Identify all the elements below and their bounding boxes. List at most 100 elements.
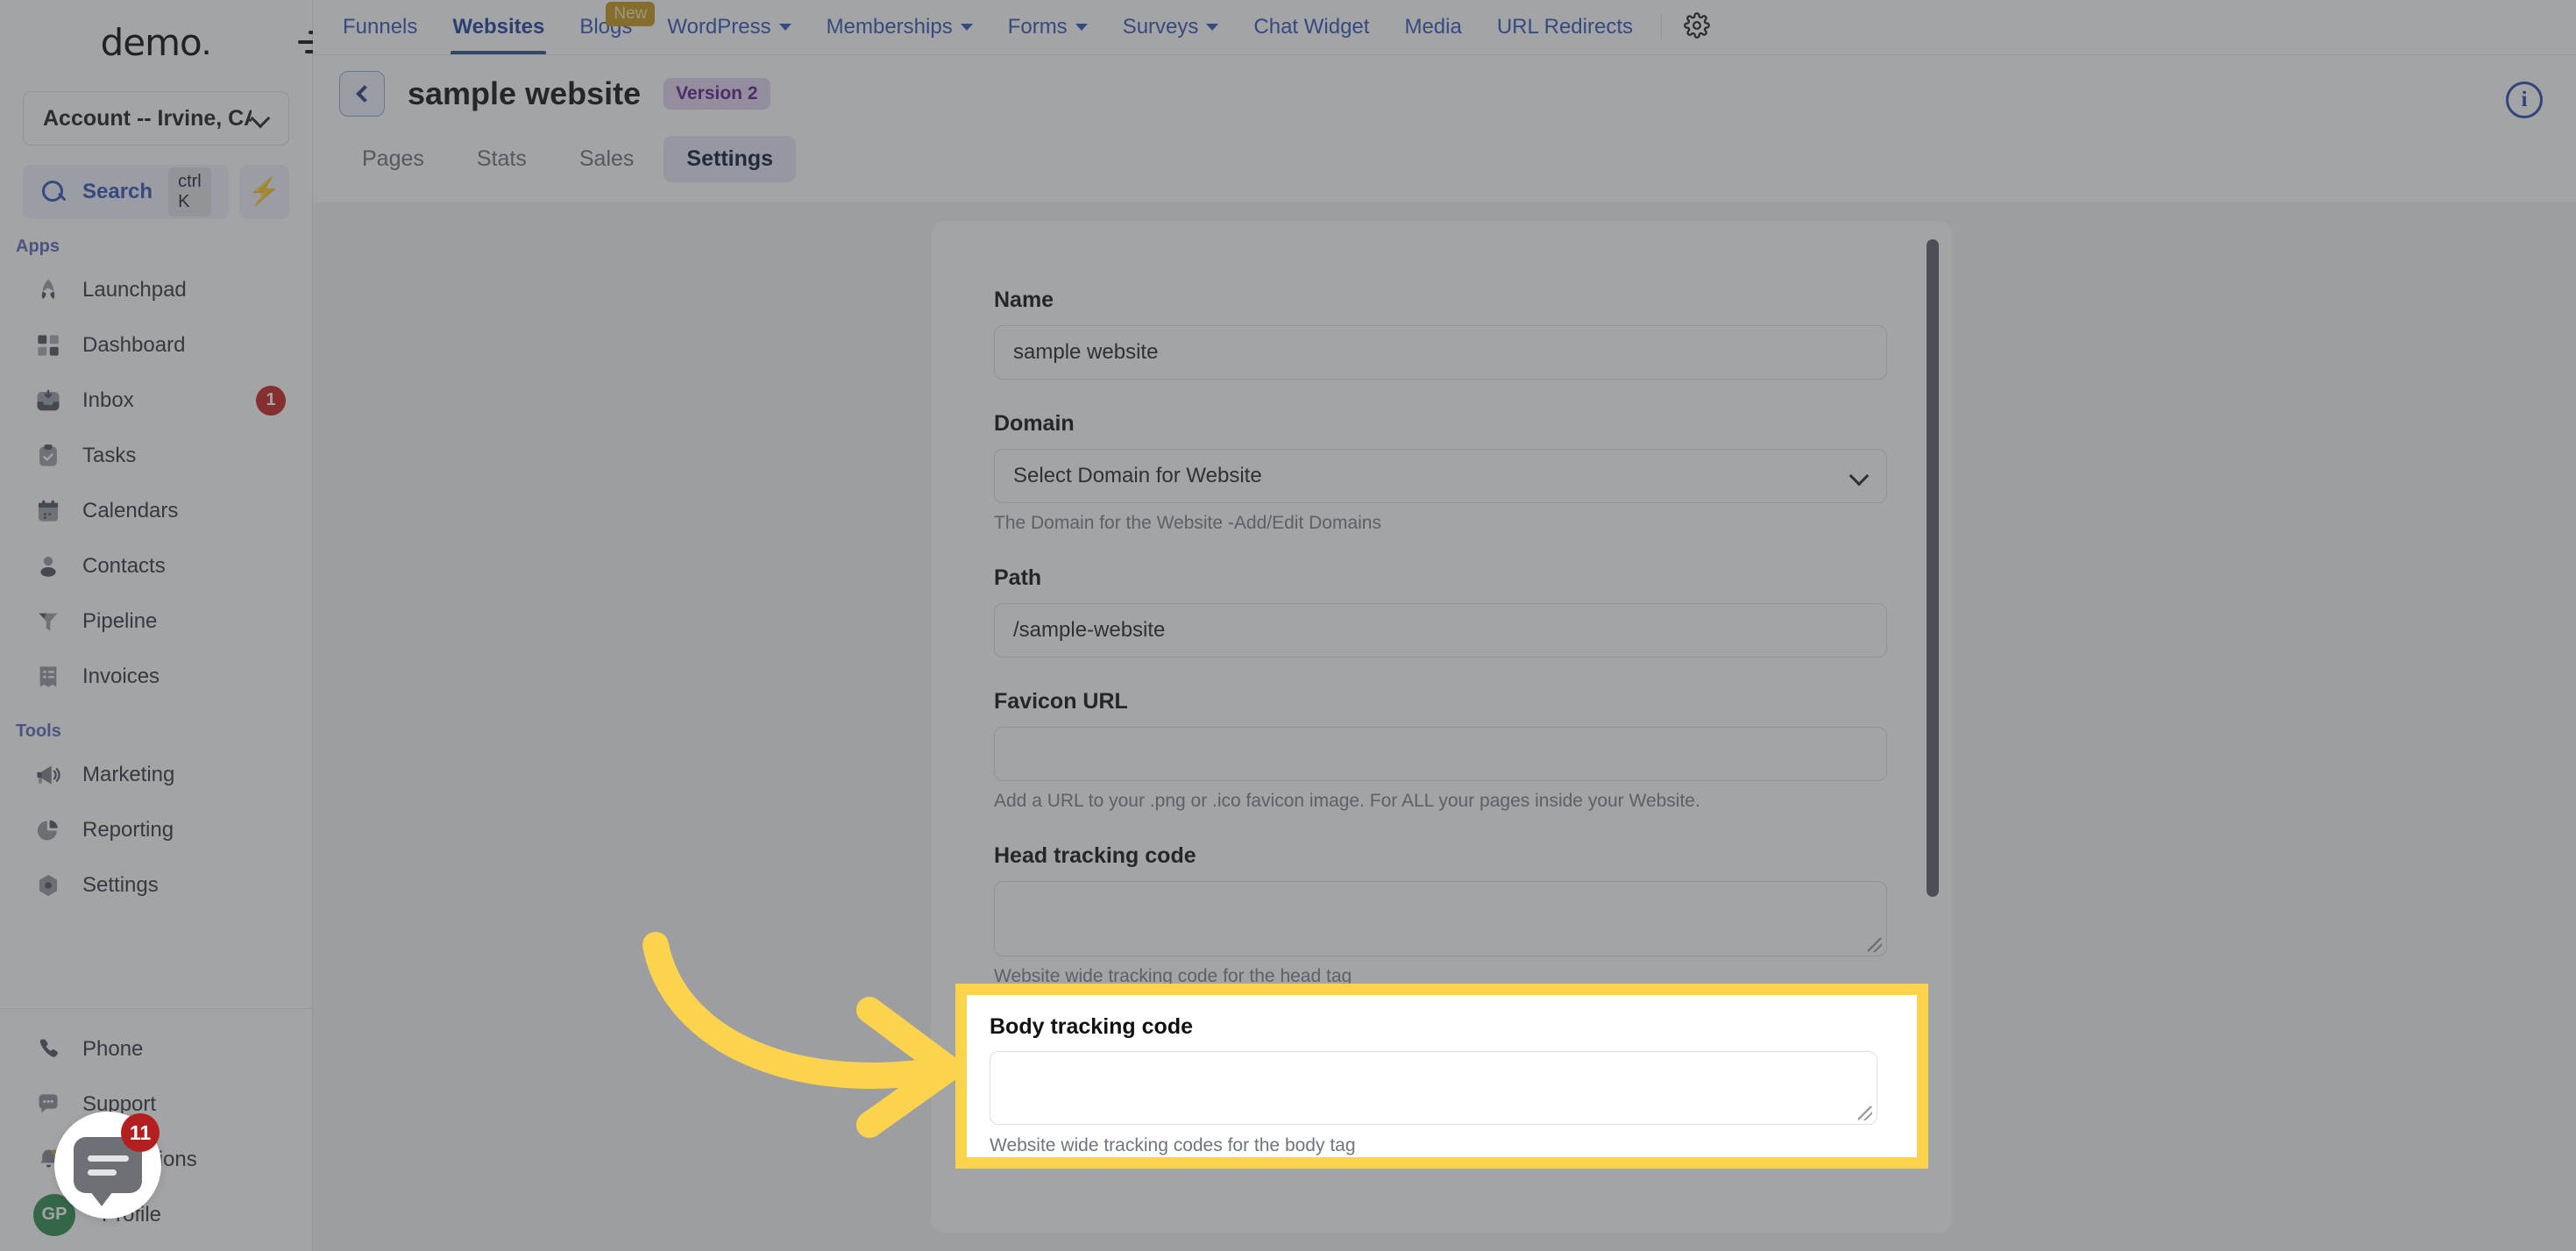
field-payment-mode: Payment mode — [994, 1230, 1889, 1233]
resize-handle-icon[interactable] — [1858, 1106, 1872, 1120]
resize-handle-icon[interactable] — [1868, 938, 1882, 952]
new-badge: New — [606, 2, 656, 26]
topnav-item-chat-widget[interactable]: Chat Widget — [1236, 0, 1387, 54]
sidebar-item-label: Calendars — [82, 498, 179, 522]
search-input[interactable]: Search ctrl K — [23, 165, 229, 219]
sidebar-item-label: Invoices — [82, 664, 160, 688]
topnav-settings-button[interactable] — [1672, 0, 1721, 54]
favicon-input[interactable] — [994, 727, 1887, 781]
topnav-item-forms[interactable]: Forms — [990, 0, 1105, 54]
sidebar-item-contacts[interactable]: Contacts — [14, 538, 298, 594]
topnav-label: Surveys — [1122, 15, 1199, 39]
topnav-item-wordpress[interactable]: WordPress — [649, 0, 808, 54]
app-root: demo . Account -- Irvine, CA Search ctrl… — [0, 0, 2576, 1251]
chevron-down-icon — [960, 24, 973, 31]
topnav-label: Memberships — [826, 15, 953, 39]
sidebar-item-phone[interactable]: Phone — [14, 1021, 298, 1077]
field-favicon: Favicon URL Add a URL to your .png or .i… — [994, 689, 1889, 812]
sidebar-item-settings[interactable]: Settings — [14, 857, 298, 913]
account-selector[interactable]: Account -- Irvine, CA — [23, 91, 289, 146]
sidebar-group-title-apps: Apps — [16, 237, 60, 256]
tab-stats[interactable]: Stats — [454, 136, 550, 182]
body-tracking-textarea[interactable] — [990, 1051, 1877, 1125]
sidebar-item-marketing[interactable]: Marketing — [14, 747, 298, 802]
chat-widget-button[interactable]: 11 — [54, 1112, 161, 1219]
funnel-icon — [33, 607, 63, 636]
back-button[interactable] — [339, 71, 385, 117]
tab-sales[interactable]: Sales — [557, 136, 657, 182]
scrollbar-thumb[interactable] — [1927, 239, 1939, 897]
sidebar-item-tasks[interactable]: Tasks — [14, 428, 298, 483]
person-icon — [33, 551, 63, 581]
topnav-item-memberships[interactable]: Memberships — [809, 0, 990, 54]
chevron-down-icon — [252, 110, 269, 127]
sidebar-item-label: Phone — [82, 1036, 144, 1061]
topnav-label: URL Redirects — [1496, 15, 1633, 39]
field-head-tracking: Head tracking code Website wide tracking… — [994, 843, 1889, 987]
brand-logo: demo . — [0, 0, 331, 84]
curved-arrow-right-icon — [642, 932, 962, 1138]
sidebar-item-label: Contacts — [82, 553, 166, 578]
info-circle-icon[interactable]: i — [2506, 82, 2543, 118]
domain-select[interactable]: Select Domain for Website — [994, 449, 1887, 503]
content-scrollbar[interactable] — [1927, 230, 1939, 1220]
tab-settings[interactable]: Settings — [664, 136, 797, 182]
sidebar-item-invoices[interactable]: Invoices — [14, 649, 298, 704]
page-header-row: sample website Version 2 — [313, 55, 2576, 117]
sidebar-item-label: Inbox — [82, 387, 134, 412]
chat-dots-icon — [33, 1090, 63, 1120]
sidebar-item-inbox[interactable]: Inbox 1 — [14, 373, 298, 428]
favicon-hint: Add a URL to your .png or .ico favicon i… — [994, 791, 1700, 811]
path-input[interactable]: /sample-website — [994, 603, 1887, 657]
sidebar-item-label: Marketing — [82, 762, 175, 786]
topnav-label: Websites — [452, 15, 545, 39]
topnav-item-url-redirects[interactable]: URL Redirects — [1480, 0, 1650, 54]
chat-line — [87, 1169, 117, 1176]
highlight-body-tracking-code: Body tracking code Website wide tracking… — [955, 984, 1928, 1169]
clipboard-check-icon — [33, 441, 63, 471]
topnav-item-blogs[interactable]: Blogs New — [562, 0, 656, 54]
tab-pages[interactable]: Pages — [339, 136, 447, 182]
sidebar-item-calendars[interactable]: Calendars — [14, 483, 298, 538]
name-input[interactable]: sample website — [994, 325, 1887, 380]
pie-chart-icon — [33, 815, 63, 845]
sidebar-nav-tools: Marketing Reporting Settings — [0, 747, 312, 913]
sidebar-item-label: Settings — [82, 872, 159, 897]
quick-action-button[interactable]: ⚡ — [238, 165, 289, 219]
sidebar-item-pipeline[interactable]: Pipeline — [14, 594, 298, 649]
brand-name: demo — [100, 20, 202, 64]
sidebar-item-profile[interactable]: GP Profile — [14, 1187, 298, 1242]
topnav-item-surveys[interactable]: Surveys — [1105, 0, 1237, 54]
lightning-bolt-icon: ⚡ — [247, 177, 281, 206]
sidebar-item-reporting[interactable]: Reporting — [14, 802, 298, 857]
sidebar-item-label: Pipeline — [82, 608, 158, 633]
chevron-down-icon — [1206, 24, 1219, 31]
path-label: Path — [994, 565, 1042, 590]
sidebar-item-label: Dashboard — [82, 332, 186, 357]
topnav-label: WordPress — [667, 15, 771, 39]
sidebar-item-dashboard[interactable]: Dashboard — [14, 317, 298, 373]
page-header: sample website Version 2 Pages Stats Sal… — [313, 55, 2576, 203]
calendar-icon — [33, 496, 63, 526]
topnav-item-funnels[interactable]: Funnels — [325, 0, 435, 54]
sidebar-bottom: Phone Support Notifications GP Pr — [0, 987, 312, 1251]
topnav-label: Media — [1404, 15, 1462, 39]
search-shortcut-badge: ctrl K — [168, 167, 211, 217]
field-domain: Domain Select Domain for Website The Dom… — [994, 411, 1889, 534]
field-path: Path /sample-website — [994, 565, 1889, 657]
domain-hint: The Domain for the Website -Add/Edit Dom… — [994, 513, 1381, 533]
sidebar: demo . Account -- Irvine, CA Search ctrl… — [0, 0, 331, 1251]
search-label: Search — [82, 180, 153, 203]
payment-mode-label: Payment mode — [994, 1230, 1889, 1233]
head-tracking-textarea[interactable] — [994, 881, 1887, 956]
inbox-unread-badge: 1 — [256, 385, 286, 416]
chevron-down-icon — [778, 24, 791, 31]
sidebar-item-label: Tasks — [82, 443, 137, 467]
sidebar-item-launchpad[interactable]: Launchpad — [14, 262, 298, 317]
page-tabs: Pages Stats Sales Settings — [313, 117, 2576, 182]
field-name: Name sample website — [994, 288, 1889, 380]
topnav-item-websites[interactable]: Websites — [435, 0, 562, 54]
invoice-list-icon — [33, 662, 63, 692]
domain-label: Domain — [994, 411, 1075, 436]
topnav-item-media[interactable]: Media — [1387, 0, 1479, 54]
